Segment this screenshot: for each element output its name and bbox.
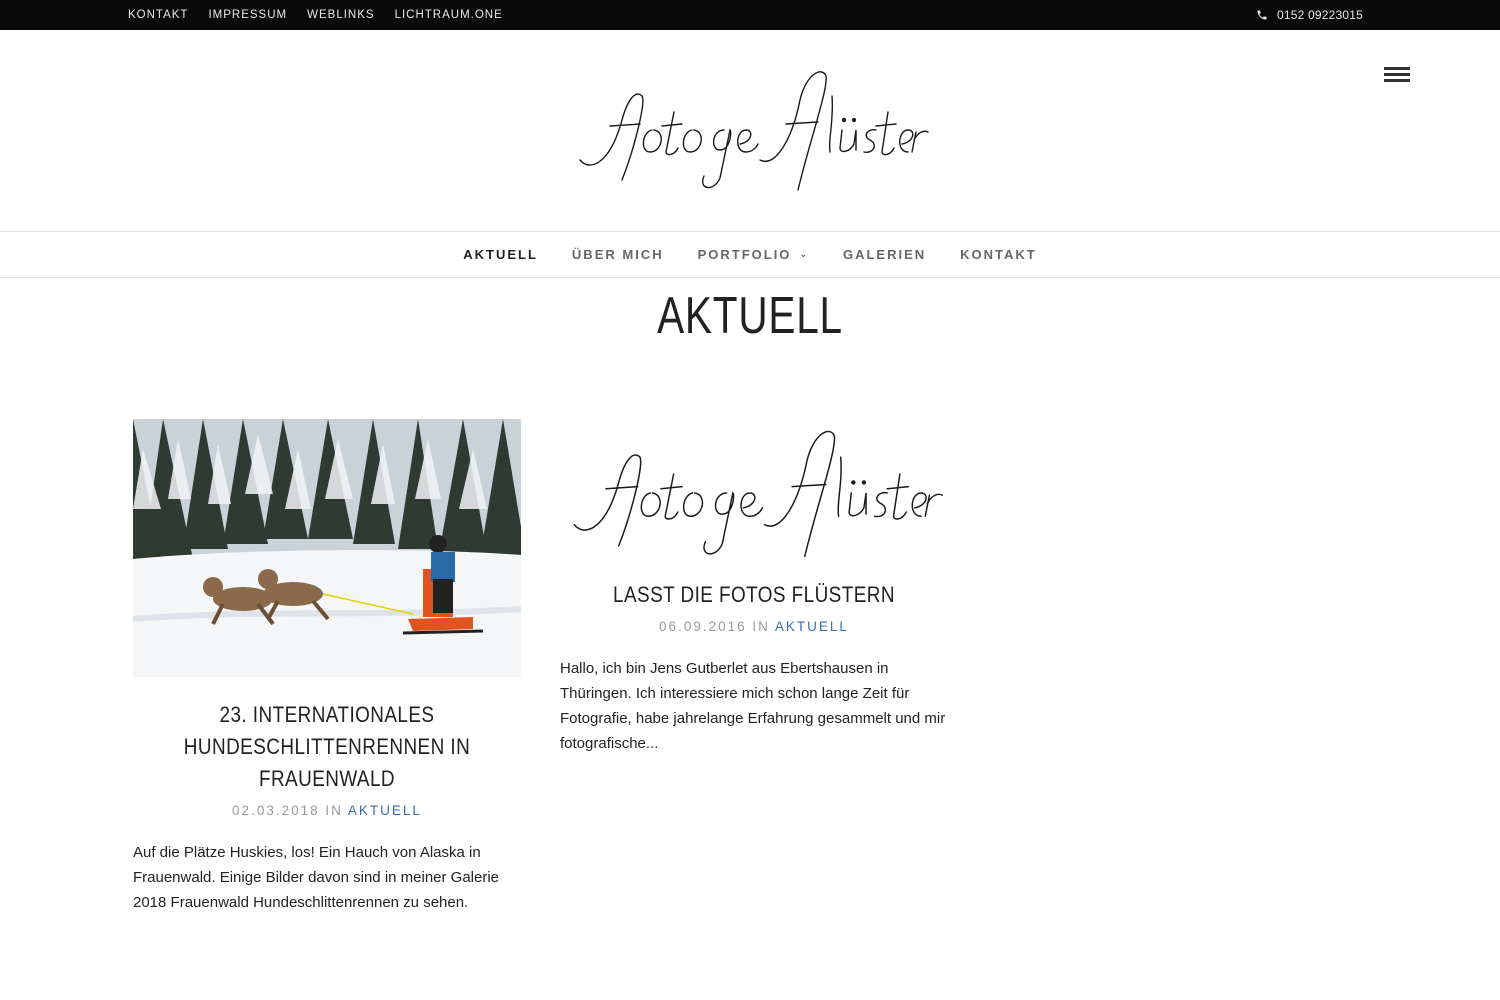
- main-nav: AKTUELL ÜBER MICH PORTFOLIO ⌄ GALERIEN KO…: [0, 231, 1500, 278]
- dog-sled-photo: [133, 419, 521, 677]
- logo-thumbnail: [573, 430, 943, 558]
- nav-label: ÜBER MICH: [571, 247, 664, 262]
- post-meta: 02.03.2018 IN AKTUELL: [133, 803, 521, 818]
- nav-item-galerien[interactable]: GALERIEN: [843, 247, 926, 262]
- nav-label: GALERIEN: [842, 247, 927, 262]
- nav-label: KONTAKT: [960, 247, 1037, 262]
- post-in: IN: [325, 803, 343, 818]
- phone-icon: [1257, 10, 1267, 20]
- menu-toggle-icon[interactable]: [1384, 67, 1410, 83]
- post-in: IN: [752, 619, 770, 634]
- post-thumbnail[interactable]: [560, 419, 948, 567]
- post-category-link[interactable]: AKTUELL: [775, 619, 849, 634]
- post-title[interactable]: 23. Internationales Hundeschlittenrennen…: [160, 699, 494, 795]
- nav-item-ueber-mich[interactable]: ÜBER MICH: [572, 247, 664, 262]
- post-thumbnail[interactable]: [133, 419, 521, 677]
- top-bar: KONTAKT IMPRESSUM WEBLINKS LICHTRAUM.ONE…: [0, 0, 1500, 30]
- chevron-down-icon: ⌄: [799, 249, 809, 259]
- site-logo[interactable]: [570, 60, 930, 200]
- logo-script: [579, 71, 929, 191]
- page-title: AKTUELL: [657, 287, 843, 345]
- post-card: 23. Internationales Hundeschlittenrennen…: [133, 419, 521, 915]
- top-link-kontakt[interactable]: KONTAKT: [128, 9, 188, 21]
- post-excerpt: Auf die Plätze Huskies, los! Ein Hauch v…: [133, 844, 500, 911]
- post-date: 02.03.2018: [232, 803, 320, 818]
- post-date: 06.09.2016: [659, 619, 747, 634]
- post-category-link[interactable]: AKTUELL: [348, 803, 422, 818]
- top-nav: KONTAKT IMPRESSUM WEBLINKS LICHTRAUM.ONE: [128, 0, 503, 30]
- nav-label: AKTUELL: [463, 247, 538, 262]
- top-link-weblinks[interactable]: WEBLINKS: [307, 9, 374, 21]
- nav-item-portfolio[interactable]: PORTFOLIO ⌄: [698, 247, 809, 262]
- post-title[interactable]: Lasst die Fotos flüstern: [587, 579, 921, 611]
- nav-item-kontakt[interactable]: KONTAKT: [960, 247, 1037, 262]
- nav-label: PORTFOLIO: [697, 247, 792, 262]
- top-link-lichtraum[interactable]: LICHTRAUM.ONE: [395, 9, 503, 21]
- phone-number: 0152 09223015: [1276, 8, 1363, 22]
- nav-item-aktuell[interactable]: AKTUELL: [463, 247, 538, 262]
- post-meta: 06.09.2016 IN AKTUELL: [560, 619, 948, 634]
- phone-contact[interactable]: 0152 09223015: [1256, 0, 1363, 30]
- post-card: Lasst die Fotos flüstern 06.09.2016 IN A…: [560, 419, 948, 756]
- post-excerpt: Hallo, ich bin Jens Gutberlet aus Eberts…: [560, 660, 946, 752]
- top-link-impressum[interactable]: IMPRESSUM: [208, 9, 287, 21]
